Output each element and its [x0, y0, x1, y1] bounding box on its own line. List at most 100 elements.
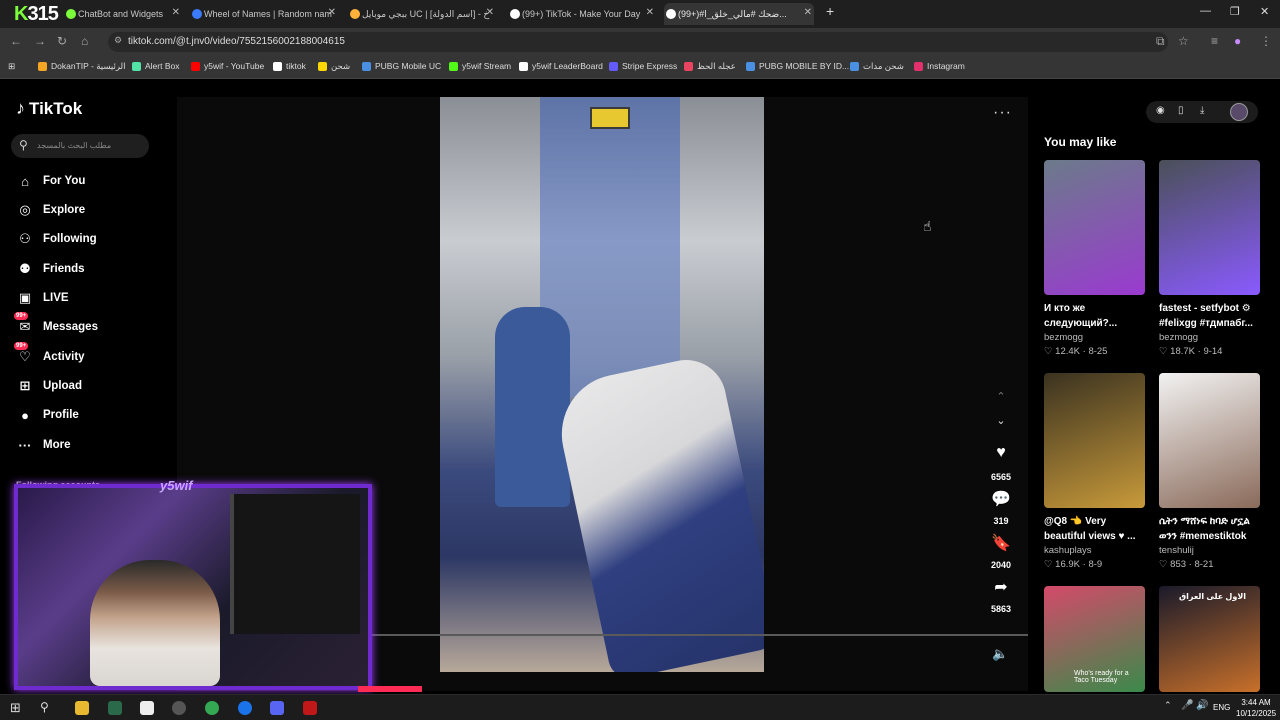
bookmark-item[interactable]: PUBG MOBILE BY ID... [746, 61, 849, 71]
home-icon[interactable]: ⌂ [81, 34, 88, 48]
apps-grid-icon[interactable]: ⊞ [8, 61, 15, 72]
nav-item-following[interactable]: ⚇ Following [16, 228, 96, 250]
close-icon[interactable]: ✕ [804, 7, 812, 18]
reload-icon[interactable]: ↻ [57, 34, 67, 48]
device-icon[interactable]: ▯ [1178, 105, 1184, 116]
nav-item-upload[interactable]: ⊞ Upload [16, 375, 82, 397]
tab-chatbot[interactable]: ChatBot and Widgets ✕ [64, 3, 182, 25]
bookmark-item[interactable]: Instagram [914, 61, 965, 71]
speaker-icon[interactable]: 🔊 [1196, 700, 1208, 711]
system-clock[interactable]: 3:44 AM 10/12/2025 [1236, 697, 1276, 719]
bookmark-item[interactable]: DokanTIP - الرئيسية [38, 61, 125, 72]
recommended-video-card[interactable]: Who's ready for a Taco Tuesday [1044, 586, 1145, 692]
chrome-profile-icon[interactable] [238, 701, 252, 715]
bookmark-item[interactable]: y5wif LeaderBoard [519, 61, 603, 71]
recommended-video-card[interactable]: fastest - setfybot ⚙ #felixgg #тдмпабг..… [1159, 160, 1260, 357]
back-icon[interactable]: ← [10, 34, 22, 48]
recommended-video-card[interactable]: И кто же следующий?... bezmogg ♡ 12.4K · 8… [1044, 160, 1145, 357]
bookmark-item[interactable]: tiktok [273, 61, 306, 71]
forward-icon[interactable]: → [34, 34, 46, 48]
card-title[interactable]: И кто же следующий?... [1044, 301, 1145, 331]
video-thumbnail[interactable] [1159, 373, 1260, 508]
card-author[interactable]: bezmogg [1044, 332, 1145, 343]
bookmark-item[interactable]: شحن [318, 61, 350, 72]
bookmark-item[interactable]: Alert Box [132, 61, 180, 71]
card-author[interactable]: kashuplays [1044, 545, 1145, 556]
restore-button[interactable]: ❐ [1230, 5, 1240, 18]
close-icon[interactable]: ✕ [172, 7, 180, 18]
more-options-icon[interactable]: ··· [993, 104, 1012, 122]
like-heart-icon[interactable]: ♥ [988, 444, 1014, 462]
tray-chevron-icon[interactable]: ⌃ [1164, 700, 1172, 711]
card-author[interactable]: tenshulij [1159, 545, 1260, 556]
card-title[interactable]: fastest - setfybot ⚙ #felixgg #тдмпабг..… [1159, 301, 1260, 331]
app-icon[interactable] [108, 701, 122, 715]
close-icon[interactable]: ✕ [646, 7, 654, 18]
chevron-up-icon[interactable]: ⌃ [988, 390, 1014, 403]
video-thumbnail[interactable] [1044, 160, 1145, 295]
tab-pubg-uc[interactable]: ببجي موبايل UC | [اسم الدولة] - خ ✕ [348, 3, 496, 25]
search-icon[interactable]: ⚲ [40, 700, 49, 714]
close-icon[interactable]: ✕ [328, 7, 336, 18]
app-icon[interactable] [140, 701, 154, 715]
tiktok-logo[interactable]: ♪ TikTok [16, 98, 82, 119]
comment-icon[interactable]: 💬 [988, 489, 1014, 509]
app-icon[interactable] [303, 701, 317, 715]
video-thumbnail[interactable]: الاول على العراق [1159, 586, 1260, 692]
recommended-video-card[interactable]: ሴትን ማሸነፍ ከባድ ሆኗል ወንን #memestiktok tenshul… [1159, 373, 1260, 570]
coins-icon[interactable]: ◉ [1156, 105, 1165, 116]
card-title[interactable]: @Q8 👈 Very beautiful views ♥ ... [1044, 514, 1145, 544]
search-icon[interactable]: ⚲ [19, 138, 28, 152]
file-explorer-icon[interactable] [75, 701, 89, 715]
browser-menu-icon[interactable]: ⋮ [1260, 34, 1272, 48]
video-thumbnail[interactable]: Who's ready for a Taco Tuesday [1044, 586, 1145, 692]
bookmark-item[interactable]: PUBG Mobile UC [362, 61, 441, 71]
install-app-icon[interactable]: ⧉ [1156, 34, 1165, 49]
share-icon[interactable]: ➦ [988, 577, 1014, 597]
card-title[interactable]: ሴትን ማሸነፍ ከባድ ሆኗል ወንን #memestiktok [1159, 514, 1260, 544]
bookmark-icon[interactable]: 🔖 [988, 533, 1014, 553]
site-info-icon[interactable]: ⚙ [114, 35, 122, 46]
search-input[interactable]: ⚲ مطلب البحث بالمسجد [11, 134, 149, 158]
microphone-icon[interactable]: 🎤 [1181, 700, 1193, 711]
media-control-icon[interactable]: ≡ [1211, 34, 1218, 48]
video-player[interactable] [440, 97, 764, 672]
language-indicator[interactable]: ENG [1213, 703, 1230, 712]
nav-item-for-you[interactable]: ⌂ For You [16, 170, 85, 192]
card-author[interactable]: bezmogg [1159, 332, 1260, 343]
recommended-video-card[interactable]: الاول على العراق [1159, 586, 1260, 692]
video-progress-bar[interactable] [370, 634, 1028, 636]
bookmark-item[interactable]: عجله الحظ [684, 61, 736, 72]
window-close-button[interactable]: ✕ [1260, 5, 1269, 18]
tab-tiktok-video[interactable]: (99+)#ضحك #مالي_خلق_ا... ✕ [664, 3, 814, 25]
video-thumbnail[interactable] [1159, 160, 1260, 295]
discord-icon[interactable] [270, 701, 284, 715]
close-icon[interactable]: ✕ [486, 7, 494, 18]
bookmark-star-icon[interactable]: ☆ [1178, 34, 1189, 48]
nav-item-live[interactable]: ▣ LIVE [16, 287, 69, 309]
chrome-icon[interactable] [205, 701, 219, 715]
nav-item-messages[interactable]: ✉ 99+ Messages [14, 312, 98, 338]
minimize-button[interactable]: — [1200, 5, 1211, 17]
obs-icon[interactable] [172, 701, 186, 715]
profile-avatar-icon[interactable]: ● [1234, 34, 1241, 48]
tab-tiktok-home[interactable]: (99+) TikTok - Make Your Day ✕ [508, 3, 656, 25]
nav-item-more[interactable]: ··· More [16, 434, 71, 456]
url-field[interactable]: ⚙ tiktok.com/@t.jnv0/video/7552156002188… [108, 32, 1168, 52]
bookmark-item[interactable]: y5wif - YouTube [191, 61, 264, 71]
video-thumbnail[interactable] [1044, 373, 1145, 508]
windows-start-icon[interactable]: ⊞ [10, 700, 21, 716]
nav-item-profile[interactable]: ● Profile [16, 404, 79, 426]
bookmark-item[interactable]: y5wif Stream [449, 61, 511, 71]
new-tab-button[interactable]: + [826, 3, 834, 19]
bookmark-item[interactable]: Stripe Express [609, 61, 677, 71]
user-avatar[interactable] [1230, 103, 1248, 121]
download-icon[interactable]: ⤓ [1200, 105, 1204, 116]
nav-item-friends[interactable]: ⚉ Friends [16, 258, 84, 280]
nav-item-explore[interactable]: ◎ Explore [16, 199, 85, 221]
bookmark-item[interactable]: شحن مدات [850, 61, 904, 72]
chevron-down-icon[interactable]: ⌄ [988, 414, 1014, 427]
tab-wheel-of-names[interactable]: Wheel of Names | Random nam ✕ [190, 3, 338, 25]
recommended-video-card[interactable]: @Q8 👈 Very beautiful views ♥ ... kashupla… [1044, 373, 1145, 570]
volume-icon[interactable]: 🔈 [992, 646, 1008, 662]
